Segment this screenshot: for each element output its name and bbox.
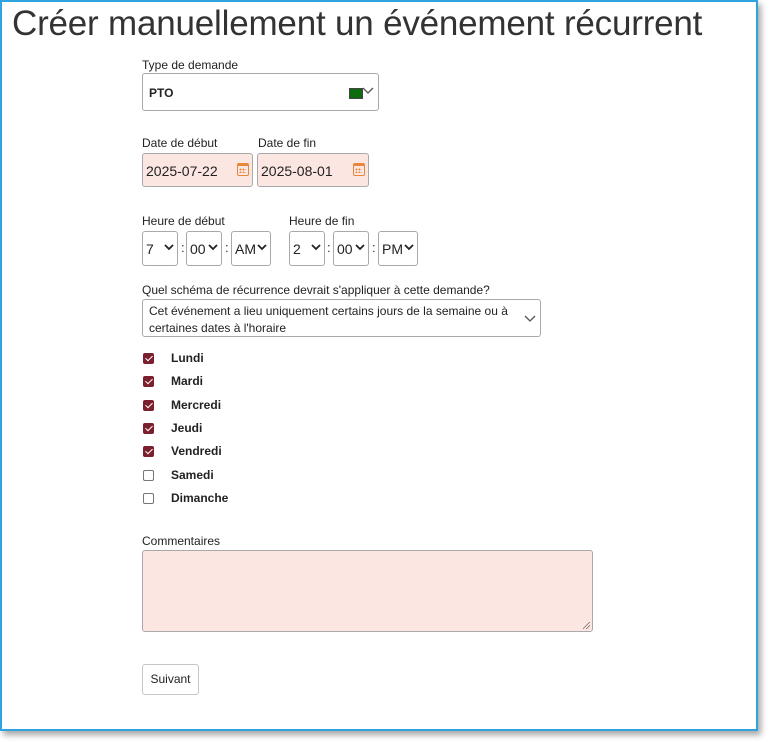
end-hour-value: 2 (293, 241, 301, 257)
end-date-input[interactable]: 2025-08-01 (257, 153, 369, 187)
day-label-mardi: Mardi (171, 374, 204, 388)
time-separator: : (181, 240, 185, 255)
request-type-label: Type de demande (142, 58, 239, 72)
end-ampm-value: PM (382, 241, 403, 257)
chevron-down-icon (257, 240, 267, 254)
checkbox-vendredi[interactable] (143, 446, 154, 457)
chevron-down-icon (404, 240, 414, 254)
time-separator: : (372, 240, 376, 255)
request-type-select[interactable]: PTO (142, 73, 379, 111)
chevron-down-icon (311, 240, 321, 254)
start-ampm-select[interactable]: AM (231, 231, 271, 266)
checkbox-lundi[interactable] (143, 353, 154, 364)
next-button[interactable]: Suivant (142, 664, 199, 695)
page-title: Créer manuellement un événement récurren… (12, 4, 703, 43)
day-label-dimanche: Dimanche (171, 491, 229, 505)
checkbox-mardi[interactable] (143, 376, 154, 387)
start-date-input[interactable]: 2025-07-22 (142, 153, 253, 187)
start-date-value: 2025-07-22 (146, 163, 218, 179)
request-type-value: PTO (149, 86, 174, 100)
chevron-down-icon (164, 240, 174, 254)
calendar-icon[interactable] (353, 163, 365, 176)
recurrence-select[interactable]: Cet événement a lieu uniquement certains… (142, 299, 541, 337)
calendar-icon[interactable] (237, 163, 249, 176)
start-minute-select[interactable]: 00 (186, 231, 222, 266)
chevron-down-icon (524, 313, 536, 326)
end-minute-select[interactable]: 00 (333, 231, 369, 266)
day-label-samedi: Samedi (171, 468, 214, 482)
recurrence-label: Quel schéma de récurrence devrait s'appl… (142, 283, 490, 297)
end-hour-select[interactable]: 2 (289, 231, 325, 266)
start-date-label: Date de début (142, 136, 218, 150)
checkbox-jeudi[interactable] (143, 423, 154, 434)
day-label-mercredi: Mercredi (171, 398, 222, 412)
resize-handle-icon[interactable] (583, 622, 590, 629)
end-ampm-select[interactable]: PM (378, 231, 418, 266)
chevron-down-icon (362, 85, 374, 98)
chevron-down-icon (208, 240, 218, 254)
end-time-label: Heure de fin (289, 214, 355, 228)
checkbox-mercredi[interactable] (143, 400, 154, 411)
comments-textarea[interactable] (142, 550, 593, 632)
chevron-down-icon (355, 240, 365, 254)
time-separator: : (225, 240, 229, 255)
start-minute-value: 00 (190, 241, 206, 257)
end-date-value: 2025-08-01 (261, 163, 333, 179)
start-hour-value: 7 (146, 241, 154, 257)
request-type-color-swatch (349, 88, 363, 99)
checkbox-samedi[interactable] (143, 470, 154, 481)
end-minute-value: 00 (337, 241, 353, 257)
end-date-label: Date de fin (258, 136, 317, 150)
recurrence-value: Cet événement a lieu uniquement certains… (149, 304, 508, 335)
comments-label: Commentaires (142, 534, 221, 548)
day-label-vendredi: Vendredi (171, 444, 222, 458)
start-time-label: Heure de début (142, 214, 225, 228)
checkbox-dimanche[interactable] (143, 493, 154, 504)
start-ampm-value: AM (235, 241, 256, 257)
day-label-jeudi: Jeudi (171, 421, 203, 435)
time-separator: : (327, 240, 331, 255)
day-label-lundi: Lundi (171, 351, 204, 365)
start-hour-select[interactable]: 7 (142, 231, 178, 266)
